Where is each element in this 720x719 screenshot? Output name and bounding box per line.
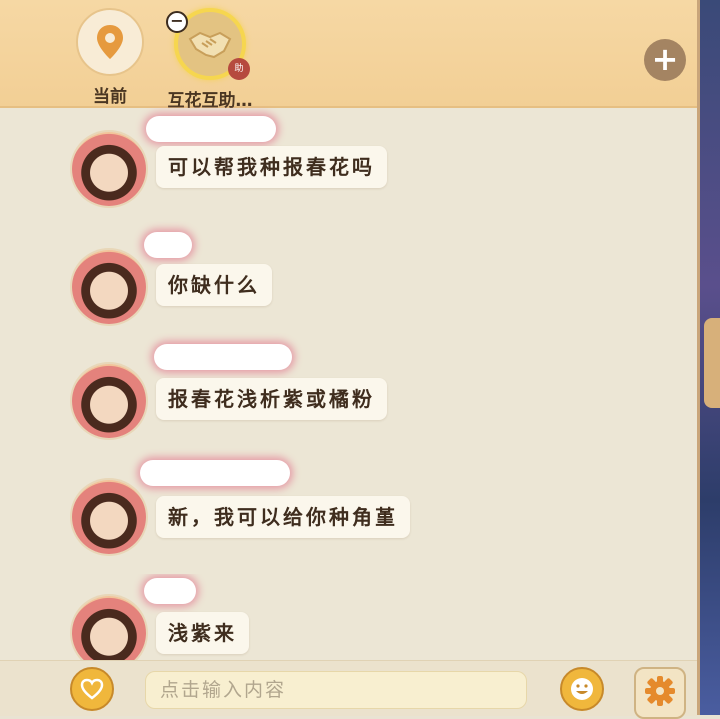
avatar[interactable] bbox=[72, 480, 146, 554]
list-item: 新，我可以给你种角堇 bbox=[0, 458, 690, 568]
tab-current[interactable]: 当前 bbox=[62, 8, 158, 107]
avatar[interactable] bbox=[72, 596, 146, 660]
message-bubble: 浅紫来 bbox=[156, 612, 249, 654]
redacted-username bbox=[140, 460, 290, 486]
list-item: 浅紫来 bbox=[0, 574, 690, 660]
message-bubble: 你缺什么 bbox=[156, 264, 272, 306]
minus-icon[interactable]: − bbox=[166, 11, 188, 33]
avatar[interactable] bbox=[72, 132, 146, 206]
redacted-username bbox=[154, 344, 292, 370]
avatar[interactable] bbox=[72, 364, 146, 438]
redacted-username bbox=[144, 578, 196, 604]
tab-flower-help-label: 互花互助… bbox=[167, 91, 253, 111]
chat-panel: 当前 互花互助… − 助 + 可以帮我种报春花吗 你缺什么 报春花浅析紫或橘粉 bbox=[0, 0, 700, 719]
message-bubble: 可以帮我种报春花吗 bbox=[156, 146, 387, 188]
gear-icon bbox=[643, 674, 677, 712]
list-item: 你缺什么 bbox=[0, 228, 690, 338]
plus-icon[interactable]: + bbox=[644, 39, 686, 81]
side-handle[interactable] bbox=[704, 318, 720, 408]
message-input[interactable]: 点击输入内容 bbox=[145, 671, 527, 709]
redacted-username bbox=[146, 116, 276, 142]
chat-header: 当前 互花互助… − 助 + bbox=[0, 0, 697, 111]
avatar[interactable] bbox=[72, 250, 146, 324]
background-scene bbox=[700, 0, 720, 715]
message-bubble: 新，我可以给你种角堇 bbox=[156, 496, 410, 538]
message-composer: 点击输入内容 bbox=[0, 660, 697, 719]
smiley-icon[interactable] bbox=[560, 667, 604, 711]
settings-button[interactable] bbox=[634, 667, 686, 719]
status-badge: 助 bbox=[228, 58, 250, 80]
list-item: 报春花浅析紫或橘粉 bbox=[0, 342, 690, 452]
location-pin-icon bbox=[76, 8, 144, 76]
message-bubble: 报春花浅析紫或橘粉 bbox=[156, 378, 387, 420]
heart-hand-icon[interactable] bbox=[70, 667, 114, 711]
redacted-username bbox=[144, 232, 192, 258]
list-item: 可以帮我种报春花吗 bbox=[0, 110, 690, 220]
tab-current-label: 当前 bbox=[93, 87, 127, 107]
